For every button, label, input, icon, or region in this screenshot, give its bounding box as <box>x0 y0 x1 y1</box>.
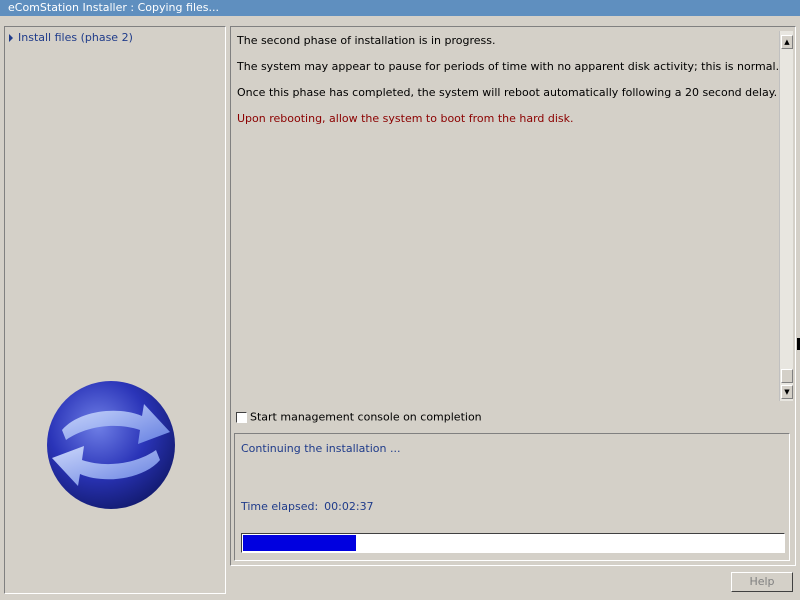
progress-bar <box>241 533 785 553</box>
info-line: The second phase of installation is in p… <box>237 34 496 47</box>
scroll-thumb[interactable] <box>781 369 793 383</box>
management-console-checkbox[interactable] <box>236 411 247 423</box>
time-elapsed-value: 00:02:37 <box>324 500 374 513</box>
info-line: Once this phase has completed, the syste… <box>237 86 778 99</box>
window-title: eComStation Installer : Copying files... <box>0 0 800 16</box>
sidebar-item-install-files[interactable]: Install files (phase 2) <box>9 31 133 45</box>
help-button[interactable]: Help <box>731 572 793 592</box>
ecomstation-logo <box>47 381 175 509</box>
info-text-area: The second phase of installation is in p… <box>233 29 793 403</box>
arrow-down-icon: ▼ <box>784 388 790 396</box>
management-console-option[interactable]: Start management console on completion <box>236 410 482 424</box>
status-panel: Continuing the installation ... Time ela… <box>234 433 790 561</box>
status-message: Continuing the installation ... <box>241 442 401 455</box>
scroll-up-button[interactable]: ▲ <box>781 35 793 49</box>
time-elapsed: Time elapsed: 00:02:37 <box>241 500 374 513</box>
vertical-scrollbar[interactable]: ▲ ▼ <box>779 31 793 401</box>
triangle-right-icon <box>9 34 13 42</box>
reboot-warning: Upon rebooting, allow the system to boot… <box>237 112 574 125</box>
info-line: The system may appear to pause for perio… <box>237 60 780 73</box>
management-console-label: Start management console on completion <box>250 410 482 424</box>
arrow-up-icon: ▲ <box>784 38 790 46</box>
time-elapsed-label: Time elapsed: <box>241 500 319 513</box>
sidebar-item-label: Install files (phase 2) <box>18 31 133 44</box>
progress-fill <box>243 535 356 551</box>
scroll-down-button[interactable]: ▼ <box>781 385 793 399</box>
